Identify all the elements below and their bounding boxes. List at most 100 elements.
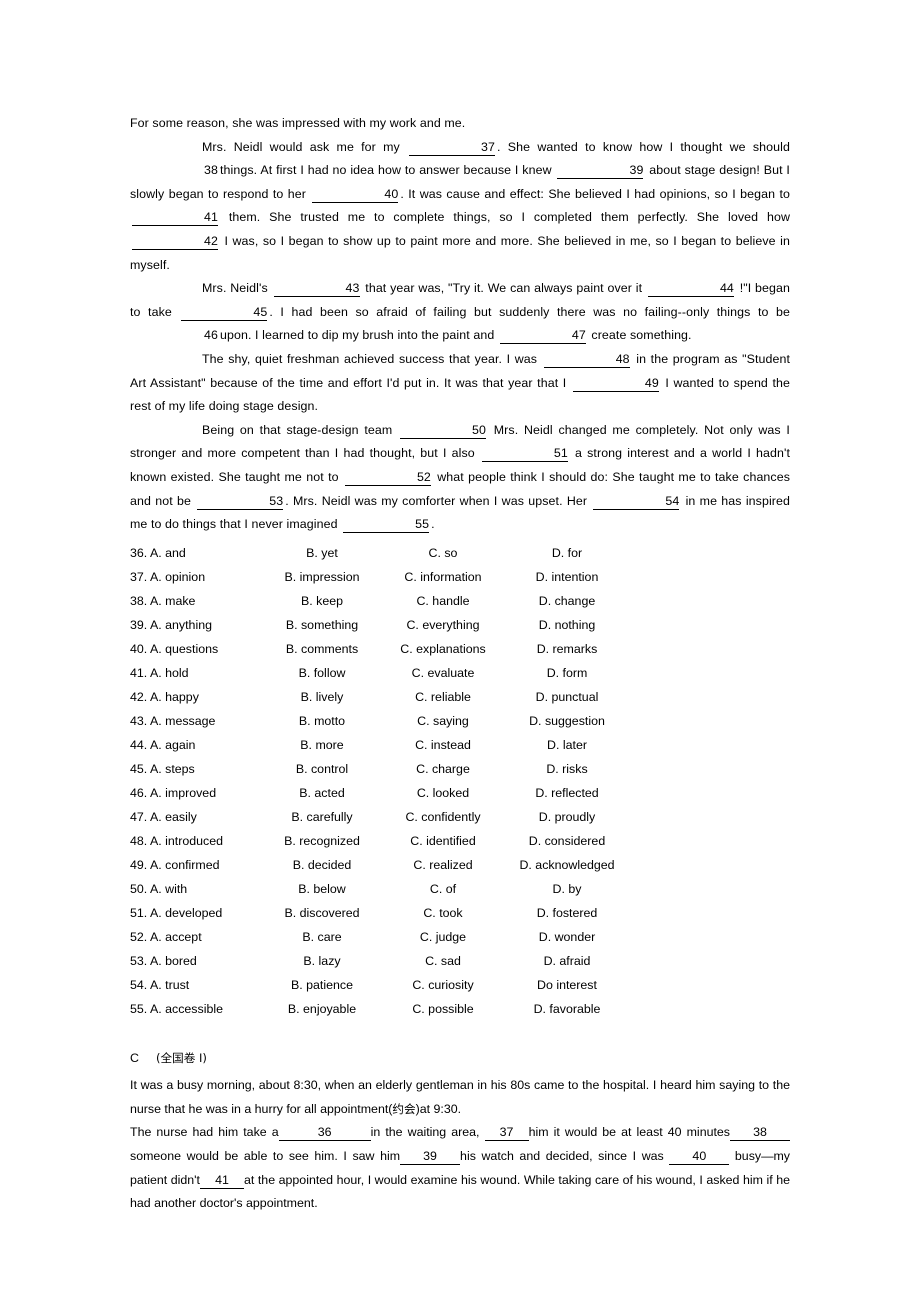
option-b-50[interactable]: B. below [262,877,382,901]
option-c-40[interactable]: C. explanations [382,637,504,661]
option-a-43[interactable]: 43. A. message [130,709,262,733]
option-d-55[interactable]: D. favorable [504,997,630,1021]
option-b-38[interactable]: B. keep [262,589,382,613]
blank-46[interactable]: 46 [132,327,218,343]
option-d-36[interactable]: D. for [504,541,630,565]
option-c-52[interactable]: C. judge [382,925,504,949]
blank-36[interactable]: 36 [278,1124,371,1142]
option-c-36[interactable]: C. so [382,541,504,565]
option-c-43[interactable]: C. saying [382,709,504,733]
blank-47[interactable]: 47 [499,327,586,345]
option-a-38[interactable]: 38. A. make [130,589,262,613]
option-d-46[interactable]: D. reflected [504,781,630,805]
option-a-52[interactable]: 52. A. accept [130,925,262,949]
blank-48[interactable]: 48 [543,351,630,368]
option-d-49[interactable]: D. acknowledged [504,853,630,877]
option-b-42[interactable]: B. lively [262,685,382,709]
option-a-53[interactable]: 53. A. bored [130,949,262,973]
option-b-44[interactable]: B. more [262,733,382,757]
blank-41[interactable]: 41 [132,209,218,227]
blank-37[interactable]: 37 [409,139,496,156]
option-a-55[interactable]: 55. A. accessible [130,997,262,1021]
option-b-54[interactable]: B. patience [262,973,382,997]
option-a-37[interactable]: 37. A. opinion [130,565,262,589]
option-b-48[interactable]: B. recognized [262,829,382,853]
option-d-50[interactable]: D. by [504,877,630,901]
option-d-40[interactable]: D. remarks [504,637,630,661]
option-a-48[interactable]: 48. A. introduced [130,829,262,853]
option-d-48[interactable]: D. considered [504,829,630,853]
option-c-46[interactable]: C. looked [382,781,504,805]
option-c-41[interactable]: C. evaluate [382,661,504,685]
option-c-47[interactable]: C. confidently [382,805,504,829]
blank-39[interactable]: 39 [557,162,644,180]
option-b-51[interactable]: B. discovered [262,901,382,925]
option-c-53[interactable]: C. sad [382,949,504,973]
option-c-45[interactable]: C. charge [382,757,504,781]
option-b-36[interactable]: B. yet [262,541,382,565]
option-b-55[interactable]: B. enjoyable [262,997,382,1021]
option-c-55[interactable]: C. possible [382,997,504,1021]
option-b-45[interactable]: B. control [262,757,382,781]
blank-40[interactable]: 40 [312,186,399,203]
blank-41[interactable]: 41 [199,1172,244,1189]
option-a-36[interactable]: 36. A. and [130,541,262,565]
option-b-53[interactable]: B. lazy [262,949,382,973]
option-b-39[interactable]: B. something [262,613,382,637]
option-d-44[interactable]: D. later [504,733,630,757]
option-a-42[interactable]: 42. A. happy [130,685,262,709]
option-b-43[interactable]: B. motto [262,709,382,733]
blank-42[interactable]: 42 [132,233,218,250]
option-d-53[interactable]: D. afraid [504,949,630,973]
option-a-46[interactable]: 46. A. improved [130,781,262,805]
option-b-40[interactable]: B. comments [262,637,382,661]
blank-50[interactable]: 50 [400,422,487,439]
blank-39[interactable]: 39 [400,1148,461,1166]
option-c-42[interactable]: C. reliable [382,685,504,709]
option-a-39[interactable]: 39. A. anything [130,613,262,637]
option-a-47[interactable]: 47. A. easily [130,805,262,829]
blank-53[interactable]: 53 [197,493,284,510]
blank-49[interactable]: 49 [572,375,659,392]
option-d-39[interactable]: D. nothing [504,613,630,637]
option-d-45[interactable]: D. risks [504,757,630,781]
option-c-39[interactable]: C. everything [382,613,504,637]
option-b-47[interactable]: B. carefully [262,805,382,829]
option-b-46[interactable]: B. acted [262,781,382,805]
option-d-51[interactable]: D. fostered [504,901,630,925]
option-d-42[interactable]: D. punctual [504,685,630,709]
option-c-49[interactable]: C. realized [382,853,504,877]
option-b-37[interactable]: B. impression [262,565,382,589]
blank-38[interactable]: 38 [132,162,218,178]
option-b-41[interactable]: B. follow [262,661,382,685]
blank-52[interactable]: 52 [344,469,431,486]
option-a-44[interactable]: 44. A. again [130,733,262,757]
option-c-50[interactable]: C. of [382,877,504,901]
option-a-45[interactable]: 45. A. steps [130,757,262,781]
option-c-37[interactable]: C. information [382,565,504,589]
blank-40[interactable]: 40 [669,1148,730,1166]
blank-38[interactable]: 38 [730,1124,790,1142]
blank-45[interactable]: 45 [181,304,268,321]
option-b-52[interactable]: B. care [262,925,382,949]
blank-43[interactable]: 43 [273,280,360,298]
option-c-38[interactable]: C. handle [382,589,504,613]
option-a-49[interactable]: 49. A. confirmed [130,853,262,877]
option-c-51[interactable]: C. took [382,901,504,925]
option-a-40[interactable]: 40. A. questions [130,637,262,661]
option-d-52[interactable]: D. wonder [504,925,630,949]
option-d-41[interactable]: D. form [504,661,630,685]
blank-51[interactable]: 51 [481,445,568,463]
option-a-50[interactable]: 50. A. with [130,877,262,901]
option-d-38[interactable]: D. change [504,589,630,613]
option-c-54[interactable]: C. curiosity [382,973,504,997]
option-a-41[interactable]: 41. A. hold [130,661,262,685]
option-b-49[interactable]: B. decided [262,853,382,877]
option-d-43[interactable]: D. suggestion [504,709,630,733]
option-d-54[interactable]: Do interest [504,973,630,997]
option-a-54[interactable]: 54. A. trust [130,973,262,997]
option-d-47[interactable]: D. proudly [504,805,630,829]
blank-44[interactable]: 44 [647,280,734,298]
blank-54[interactable]: 54 [593,493,680,510]
option-c-48[interactable]: C. identified [382,829,504,853]
